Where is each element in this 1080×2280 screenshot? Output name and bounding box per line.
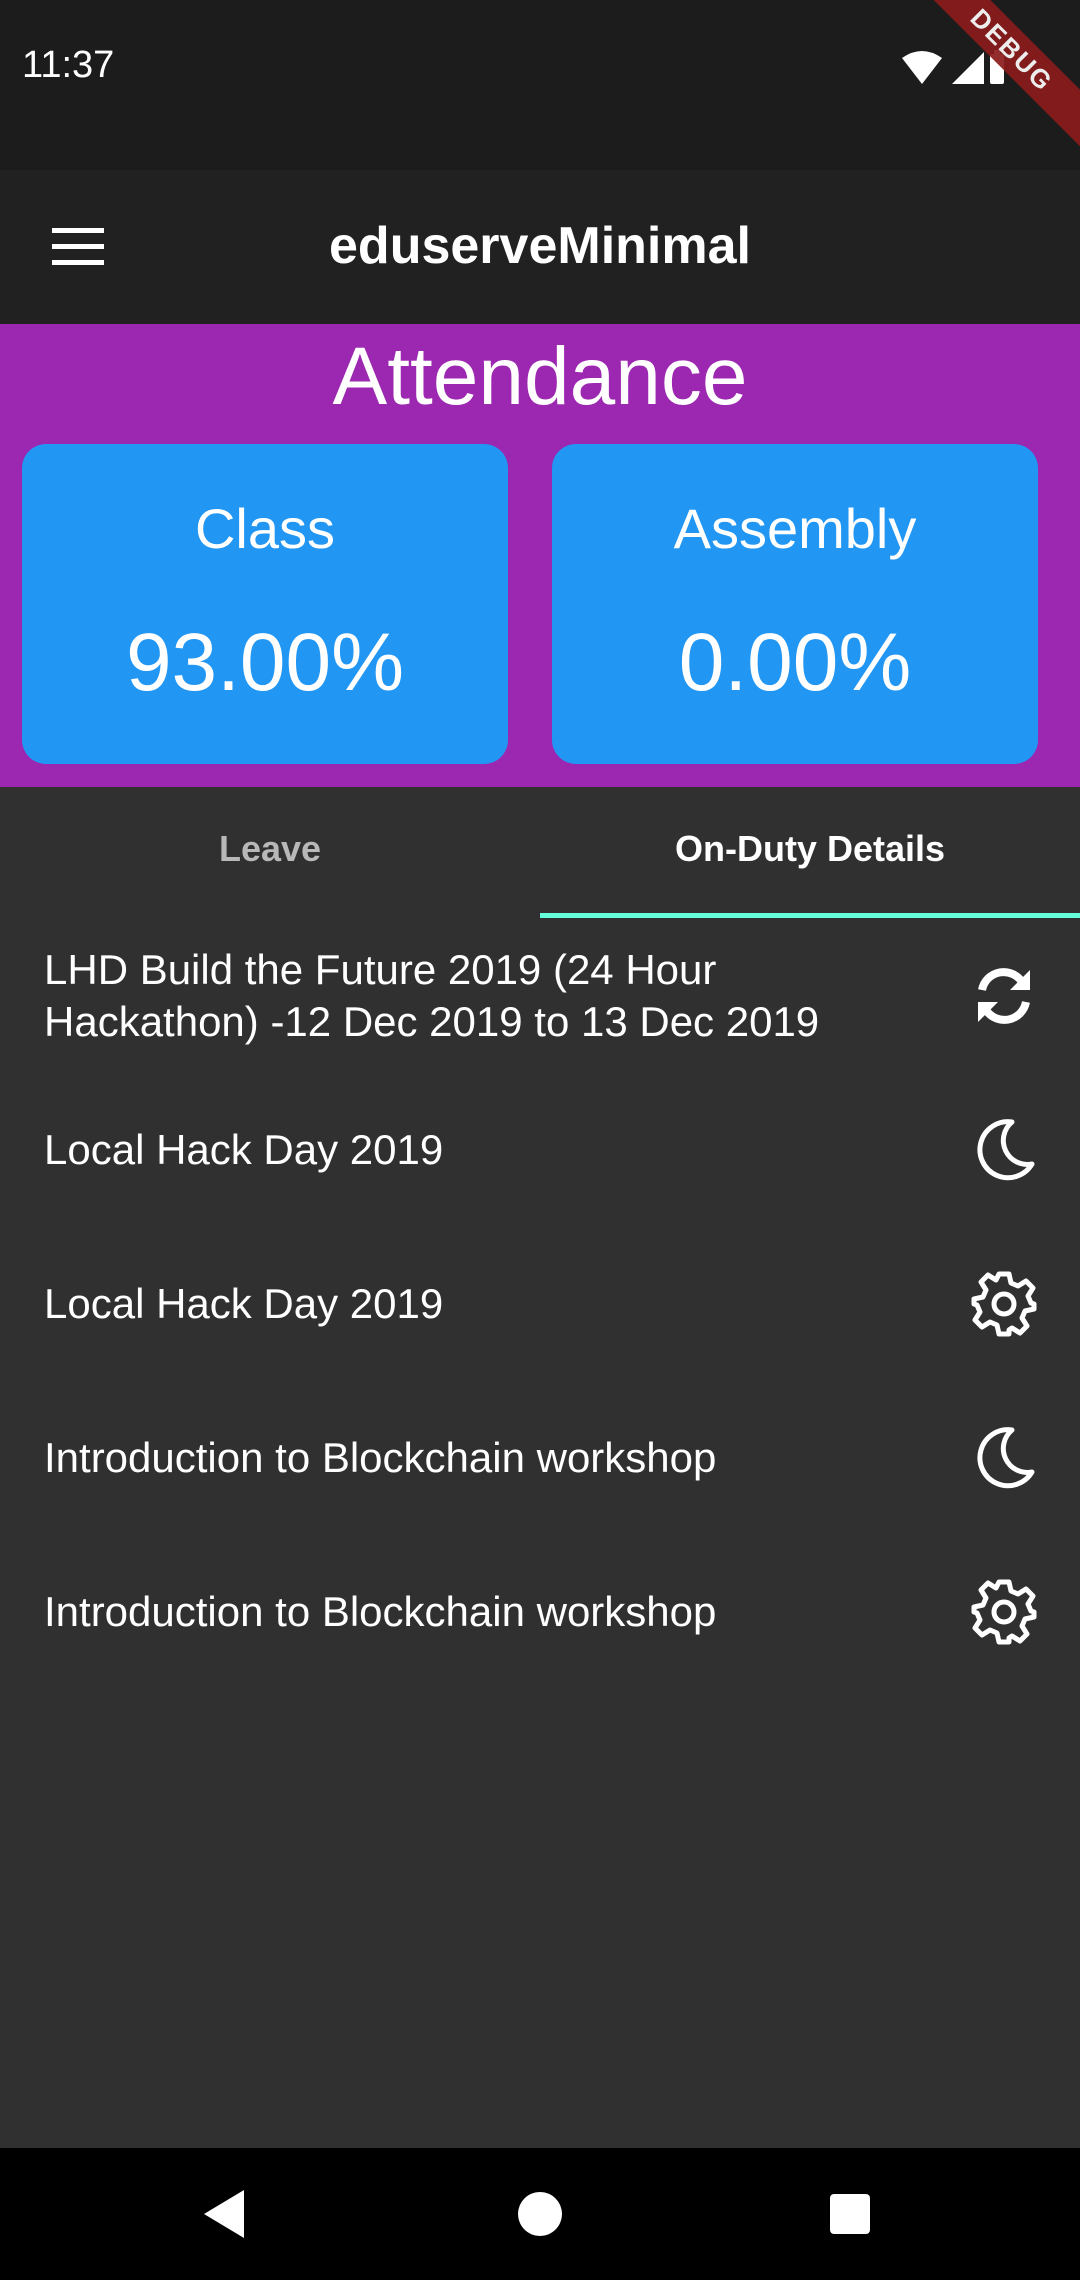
gear-icon[interactable]: [968, 1268, 1040, 1340]
moon-icon[interactable]: [968, 1114, 1040, 1186]
home-icon[interactable]: [510, 2184, 570, 2244]
tab-leave[interactable]: Leave: [0, 787, 540, 919]
assembly-attendance-card[interactable]: Assembly 0.00%: [552, 444, 1038, 764]
tab-on-duty-details[interactable]: On-Duty Details: [540, 787, 1080, 919]
list-item-text: Introduction to Blockchain workshop: [44, 1434, 717, 1481]
moon-icon[interactable]: [968, 1422, 1040, 1494]
wifi-icon: [902, 51, 942, 84]
system-nav-bar: [0, 2148, 1080, 2280]
list-item[interactable]: Introduction to Blockchain workshop: [0, 1381, 1080, 1535]
list-item[interactable]: LHD Build the Future 2019 (24 Hour Hacka…: [0, 919, 1080, 1073]
status-time: 11:37: [22, 44, 115, 86]
card-label: Class: [194, 497, 336, 560]
class-attendance-card[interactable]: Class 93.00%: [22, 444, 508, 764]
sync-icon[interactable]: [968, 960, 1040, 1032]
tab-indicator: [540, 913, 1080, 918]
attendance-panel: Attendance Class 93.00% Assembly 0.00%: [0, 324, 1080, 787]
card-value: 0.00%: [678, 617, 912, 708]
list-item-text: LHD Build the Future 2019 (24 Hour Hacka…: [44, 946, 820, 1045]
recents-icon[interactable]: [820, 2184, 880, 2244]
back-icon[interactable]: [196, 2184, 256, 2244]
on-duty-list: LHD Build the Future 2019 (24 Hour Hacka…: [0, 919, 1080, 1689]
card-value: 93.00%: [125, 617, 405, 708]
app-bar: eduserveMinimal: [0, 170, 1080, 324]
list-item-text: Local Hack Day 2019: [44, 1126, 444, 1173]
list-item[interactable]: Local Hack Day 2019: [0, 1073, 1080, 1227]
signal-icon: [952, 52, 984, 84]
app-title: eduserveMinimal: [329, 217, 751, 275]
status-bar: 11:37 DEBUG: [0, 0, 1080, 170]
list-item-text: Introduction to Blockchain workshop: [44, 1588, 717, 1635]
list-item-text: Local Hack Day 2019: [44, 1280, 444, 1327]
gear-icon[interactable]: [968, 1576, 1040, 1648]
card-label: Assembly: [673, 497, 917, 560]
list-item[interactable]: Introduction to Blockchain workshop: [0, 1535, 1080, 1689]
attendance-title: Attendance: [332, 331, 748, 422]
tab-bar: Leave On-Duty Details: [0, 787, 1080, 919]
list-item[interactable]: Local Hack Day 2019: [0, 1227, 1080, 1381]
